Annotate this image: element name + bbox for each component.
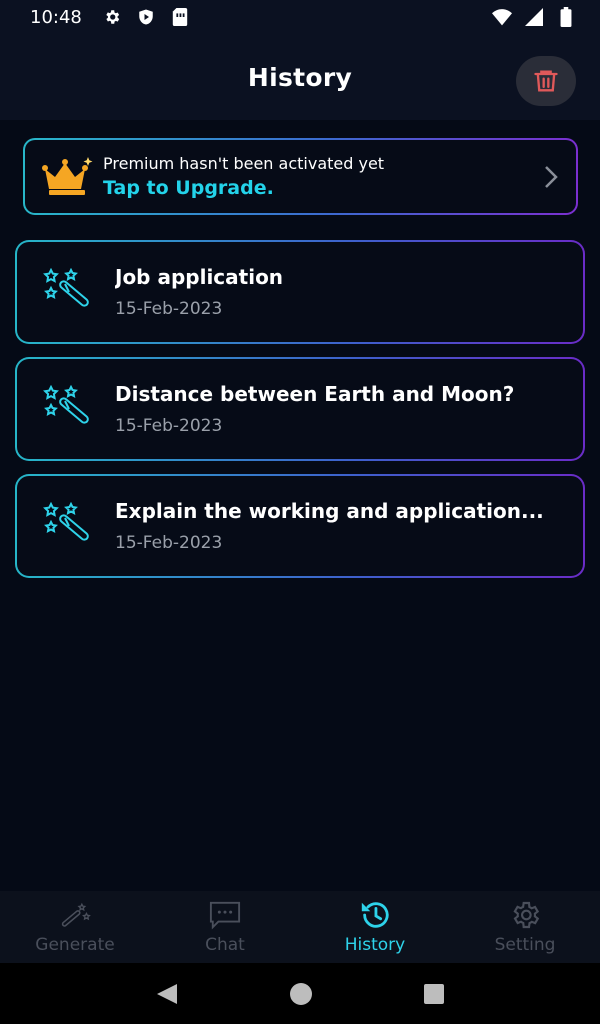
- battery-icon: [556, 7, 576, 27]
- chat-icon: [209, 899, 241, 931]
- history-icon: [359, 899, 391, 931]
- history-item[interactable]: Distance between Earth and Moon? 15-Feb-…: [15, 357, 585, 461]
- magic-wand-icon: [59, 899, 91, 931]
- gear-icon: [509, 899, 541, 931]
- history-item-title: Job application: [115, 265, 284, 289]
- upgrade-link[interactable]: Tap to Upgrade.: [103, 177, 384, 199]
- shield-icon: [136, 7, 156, 27]
- history-item-inner: Explain the working and application... 1…: [17, 476, 583, 576]
- history-item[interactable]: Job application 15-Feb-2023: [15, 240, 585, 344]
- history-item-texts: Explain the working and application... 1…: [115, 499, 544, 553]
- nav-label: History: [344, 935, 406, 955]
- magic-wand-icon: [43, 267, 95, 316]
- status-right-icons: [492, 7, 576, 27]
- crown-icon: [41, 156, 93, 197]
- system-nav-bar: [0, 963, 600, 1024]
- premium-texts: Premium hasn't been activated yet Tap to…: [103, 154, 384, 199]
- history-item-date: 15-Feb-2023: [115, 299, 223, 319]
- nav-item-generate[interactable]: Generate: [0, 891, 150, 963]
- premium-status-text: Premium hasn't been activated yet: [103, 154, 385, 173]
- magic-wand-icon: [43, 501, 95, 550]
- nav-item-history[interactable]: History: [300, 891, 450, 963]
- status-left-icons: [102, 7, 190, 27]
- nav-label: Chat: [205, 935, 245, 955]
- nav-label: Generate: [35, 935, 115, 955]
- wifi-icon: [492, 7, 512, 27]
- trash-icon: [532, 67, 560, 95]
- app-bar: History: [0, 34, 600, 120]
- history-item-texts: Job application 15-Feb-2023: [115, 265, 283, 319]
- delete-history-button[interactable]: [516, 56, 576, 106]
- premium-upgrade-banner[interactable]: Premium hasn't been activated yet Tap to…: [23, 138, 578, 215]
- status-time: 10:48: [30, 6, 82, 28]
- chevron-right-icon: [540, 163, 562, 191]
- screen: 10:48 History Premium hasn't been activa…: [0, 0, 600, 1024]
- bottom-nav: Generate Chat History Setting: [0, 891, 600, 963]
- home-icon[interactable]: [289, 982, 313, 1006]
- history-item-texts: Distance between Earth and Moon? 15-Feb-…: [115, 382, 514, 436]
- page-title: History: [247, 62, 353, 92]
- gear-icon: [102, 7, 122, 27]
- history-item-date: 15-Feb-2023: [115, 533, 223, 553]
- status-bar: 10:48: [0, 0, 600, 34]
- signal-icon: [524, 7, 544, 27]
- nav-item-chat[interactable]: Chat: [150, 891, 300, 963]
- history-list: Job application 15-Feb-2023 Distance bet…: [15, 240, 585, 591]
- sim-card-icon: [170, 7, 190, 27]
- back-icon[interactable]: [155, 982, 179, 1006]
- history-item-inner: Job application 15-Feb-2023: [17, 242, 583, 342]
- premium-banner-inner: Premium hasn't been activated yet Tap to…: [25, 140, 576, 213]
- recents-icon[interactable]: [423, 983, 445, 1005]
- magic-wand-icon: [43, 384, 95, 433]
- history-item[interactable]: Explain the working and application... 1…: [15, 474, 585, 578]
- nav-label: Setting: [494, 935, 556, 955]
- history-item-inner: Distance between Earth and Moon? 15-Feb-…: [17, 359, 583, 459]
- nav-item-setting[interactable]: Setting: [450, 891, 600, 963]
- history-item-date: 15-Feb-2023: [115, 416, 223, 436]
- history-item-title: Explain the working and application...: [115, 499, 544, 523]
- history-item-title: Distance between Earth and Moon?: [115, 382, 515, 406]
